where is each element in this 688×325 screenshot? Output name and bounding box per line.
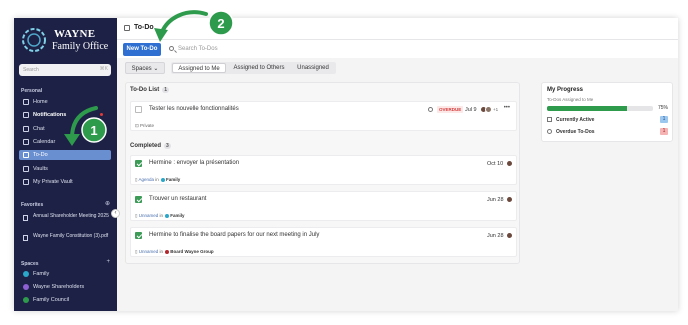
step-2-number: 2: [217, 16, 224, 31]
step-1-number: 1: [90, 123, 97, 138]
arrow-2-icon: [160, 10, 208, 34]
arrow-2-head-icon: [154, 28, 168, 42]
tutorial-arrows: 1 2: [64, 10, 234, 146]
arrow-1-head-icon: [64, 134, 80, 146]
